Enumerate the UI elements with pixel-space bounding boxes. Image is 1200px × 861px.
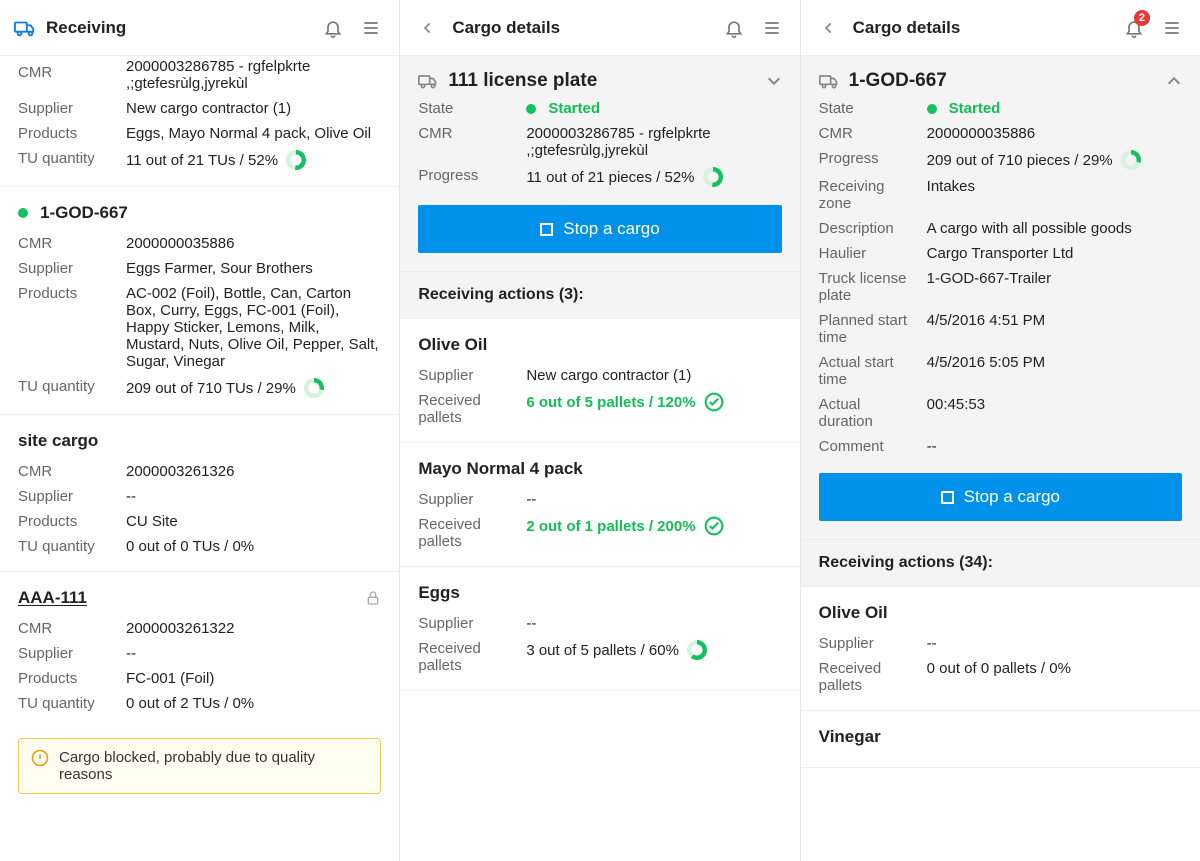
truck-icon [14, 17, 36, 39]
status-dot-icon [526, 104, 536, 114]
page-title: Receiving [46, 18, 309, 38]
status-dot-icon [18, 208, 28, 218]
truck-icon [418, 71, 438, 91]
page-title: Cargo details [452, 18, 709, 38]
back-button[interactable] [414, 21, 442, 35]
action-card[interactable]: Olive Oil SupplierNew cargo contractor (… [400, 319, 799, 443]
cargo-card[interactable]: AAA-111 CMR2000003261322 Supplier-- Prod… [0, 572, 399, 728]
page-title: Cargo details [853, 18, 1110, 38]
cargo-summary-title: 111 license plate [448, 70, 755, 92]
action-card[interactable]: Vinegar [801, 711, 1200, 768]
action-card[interactable]: Olive Oil Supplier-- Received pallets0 o… [801, 587, 1200, 711]
header: Receiving [0, 0, 399, 56]
cargo-card[interactable]: 1-GOD-667 CMR2000000035886 SupplierEggs … [0, 187, 399, 415]
back-button[interactable] [815, 21, 843, 35]
header: Cargo details 2 [801, 0, 1200, 56]
truck-icon [819, 71, 839, 91]
bell-icon[interactable] [319, 14, 347, 42]
cargo-kv-rows: CMR2000003286785 - rgfelpkrte ,;gtefesrù… [18, 56, 381, 170]
action-name: Eggs [418, 583, 781, 603]
panel-cargo-details-1: Cargo details 111 license plate StateSta… [400, 0, 800, 861]
progress-ring-icon [687, 640, 707, 660]
cargo-card[interactable]: site cargo CMR2000003261326 Supplier-- P… [0, 415, 399, 572]
actions-heading: Receiving actions (3): [400, 272, 799, 319]
menu-icon[interactable] [1158, 14, 1186, 42]
stop-icon [941, 491, 954, 504]
action-name: Vinegar [819, 727, 1182, 747]
action-card[interactable]: Eggs Supplier-- Received pallets3 out of… [400, 567, 799, 691]
progress-ring-icon [703, 167, 723, 187]
bell-icon[interactable]: 2 [1120, 14, 1148, 42]
collapse-toggle[interactable] [1166, 73, 1182, 89]
panel-receiving: Receiving CMR2000003286785 - rgfelpkrte … [0, 0, 400, 861]
cargo-title: AAA-111 [18, 588, 357, 608]
cargo-summary-card: 1-GOD-667 StateStartedCMR2000000035886Pr… [801, 56, 1200, 540]
lock-icon [365, 590, 381, 606]
menu-icon[interactable] [357, 14, 385, 42]
notification-badge: 2 [1134, 10, 1150, 26]
action-name: Olive Oil [418, 335, 781, 355]
receiving-list: CMR2000003286785 - rgfelpkrte ,;gtefesrù… [0, 56, 399, 861]
actions-heading: Receiving actions (34): [801, 540, 1200, 587]
status-dot-icon [927, 104, 937, 114]
stop-icon [540, 223, 553, 236]
header: Cargo details [400, 0, 799, 56]
action-name: Mayo Normal 4 pack [418, 459, 781, 479]
panel-cargo-details-2: Cargo details 2 1-GOD-667 StateStartedCM… [801, 0, 1200, 861]
cargo-title: 1-GOD-667 [40, 203, 381, 223]
collapse-toggle[interactable] [766, 73, 782, 89]
check-circle-icon [704, 516, 724, 536]
action-name: Olive Oil [819, 603, 1182, 623]
cargo-card[interactable]: CMR2000003286785 - rgfelpkrte ,;gtefesrù… [0, 56, 399, 187]
progress-ring-icon [304, 378, 324, 398]
warning-banner: Cargo blocked, probably due to quality r… [18, 738, 381, 794]
cargo-summary-title: 1-GOD-667 [849, 70, 1156, 92]
progress-ring-icon [286, 150, 306, 170]
action-card[interactable]: Mayo Normal 4 pack Supplier-- Received p… [400, 443, 799, 567]
stop-cargo-button[interactable]: Stop a cargo [418, 205, 781, 253]
stop-cargo-button[interactable]: Stop a cargo [819, 473, 1182, 521]
cargo-summary-card: 111 license plate StateStarted CMR200000… [400, 56, 799, 272]
menu-icon[interactable] [758, 14, 786, 42]
warning-icon [31, 749, 49, 783]
cargo-title: site cargo [18, 431, 381, 451]
progress-ring-icon [1121, 150, 1141, 170]
check-circle-icon [704, 392, 724, 412]
bell-icon[interactable] [720, 14, 748, 42]
